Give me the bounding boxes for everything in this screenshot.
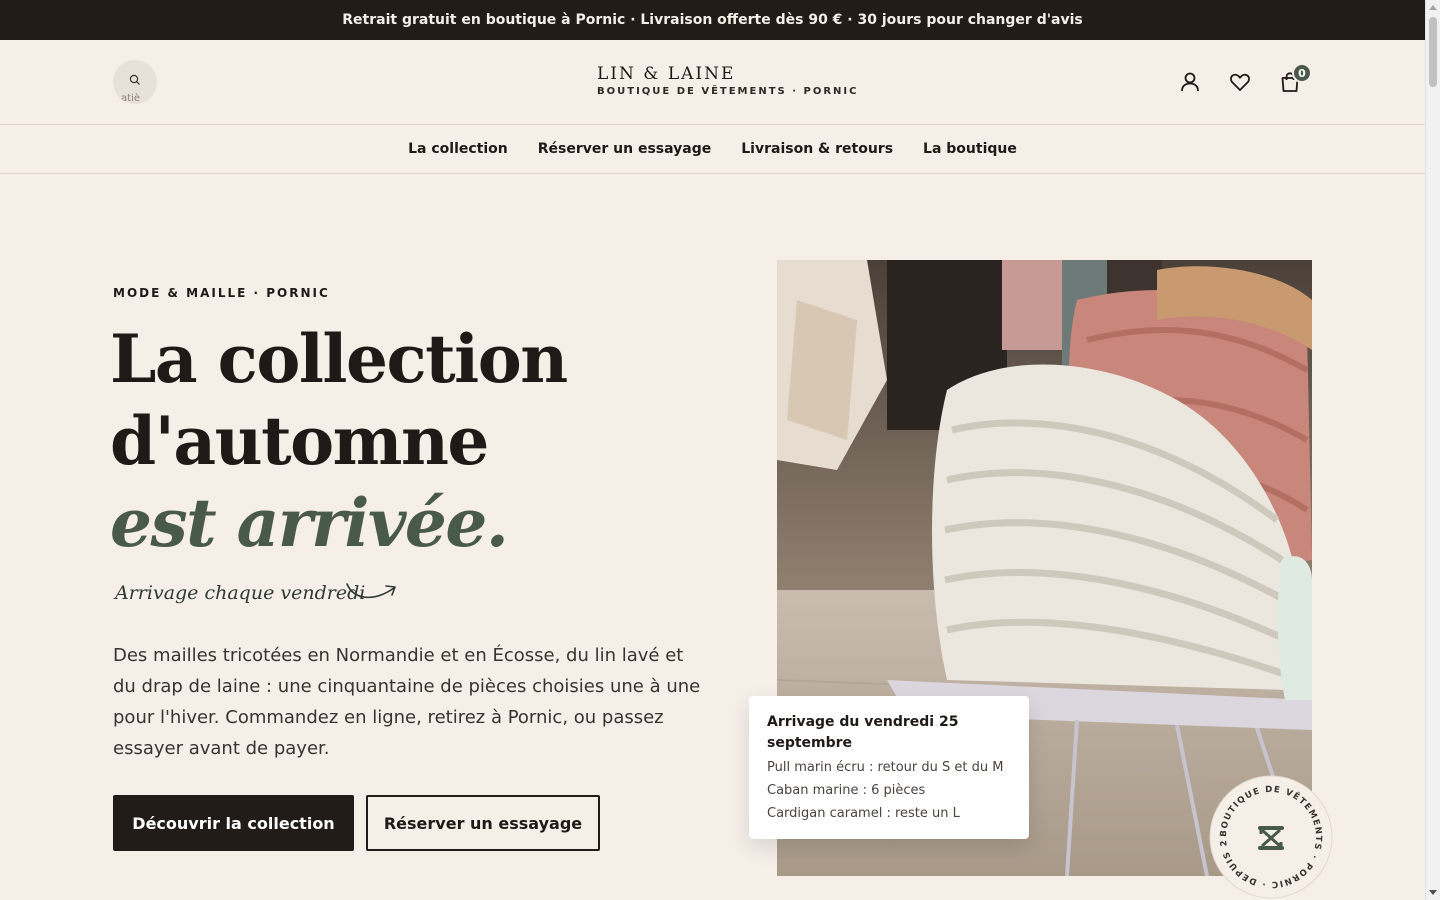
arrival-script-note: Arrivage chaque vendredi — [115, 582, 366, 604]
arrival-card-line: Pull marin écru : retour du S et du M — [767, 760, 1004, 775]
logo-subtitle: BOUTIQUE DE VÊTEMENTS · PORNIC — [597, 86, 859, 97]
cart-count-badge: 0 — [1292, 63, 1312, 83]
hero-eyebrow: MODE & MAILLE · PORNIC — [113, 286, 330, 300]
boutique-seal-badge: BOUTIQUE DE VÊTEMENTS · PORNIC · DEPUIS … — [1208, 774, 1333, 899]
hero-description: Des mailles tricotées en Normandie et en… — [113, 645, 701, 759]
announcement-bar: Retrait gratuit en boutique à Pornic · L… — [0, 0, 1425, 40]
reserve-fitting-button[interactable]: Réserver un essayage — [366, 795, 600, 851]
arrival-card: Arrivage du vendredi 25 septembre Pull m… — [749, 696, 1029, 839]
arrival-card-line: Caban marine : 6 pièces — [767, 783, 926, 798]
page-scrollbar[interactable] — [1425, 0, 1440, 900]
scroll-thumb[interactable] — [1429, 17, 1437, 87]
wishlist-heart-icon[interactable] — [1229, 71, 1251, 93]
hero-title-line2: d'automne — [110, 402, 489, 480]
curved-arrow-icon — [346, 583, 396, 599]
arrival-card-title: Arrivage du vendredi 25 septembre — [767, 714, 959, 751]
arrival-card-line: Cardigan caramel : reste un L — [767, 806, 960, 821]
scroll-down-arrow-icon[interactable] — [1429, 890, 1437, 895]
search-button[interactable]: atiè — [113, 60, 157, 104]
account-icon[interactable] — [1179, 71, 1201, 93]
discover-collection-button[interactable]: Découvrir la collection — [113, 795, 354, 851]
scroll-up-arrow-icon[interactable] — [1429, 5, 1437, 10]
announcement-text: Retrait gratuit en boutique à Pornic · L… — [342, 12, 1083, 28]
page: Retrait gratuit en boutique à Pornic · L… — [0, 0, 1425, 900]
logo-name: LIN & LAINE — [597, 64, 736, 84]
main-nav: La collection Réserver un essayage Livra… — [0, 125, 1425, 174]
nav-item-collection[interactable]: La collection — [408, 141, 508, 157]
nav-item-delivery-returns[interactable]: Livraison & retours — [741, 141, 893, 157]
hero-title: La collection d'automne est arrivée. — [110, 318, 568, 564]
nav-item-reserve-fitting[interactable]: Réserver un essayage — [538, 141, 711, 157]
site-header: atiè LIN & LAINE BOUTIQUE DE VÊTEMENTS ·… — [0, 40, 1425, 125]
logo[interactable]: LIN & LAINE BOUTIQUE DE VÊTEMENTS · PORN… — [597, 64, 858, 97]
search-input[interactable]: atiè — [121, 93, 140, 104]
hero-title-accent: est arrivée. — [110, 484, 509, 562]
search-icon — [129, 74, 140, 85]
nav-item-boutique[interactable]: La boutique — [923, 141, 1017, 157]
hero-title-line1: La collection — [110, 320, 568, 398]
